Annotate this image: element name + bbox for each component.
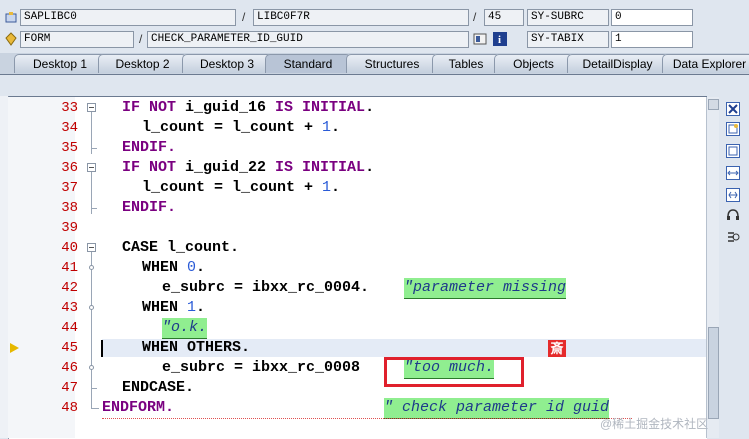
tab-structures[interactable]: Structures <box>346 54 438 73</box>
code-line: 33 IF NOT i_guid_16 IS INITIAL. <box>61 99 375 116</box>
code-line: 36 IF NOT i_guid_22 IS INITIAL. <box>61 159 375 176</box>
code-line-current: 45 WHEN OTHERS. <box>61 339 251 356</box>
tab-desktop-3[interactable]: Desktop 3 <box>182 54 272 73</box>
code-line: 35 ENDIF. <box>61 139 177 156</box>
vertical-scrollbar[interactable] <box>706 97 719 438</box>
sysval-field-1[interactable]: 0 <box>611 9 693 26</box>
source-icon[interactable] <box>473 32 487 46</box>
sysval-field-2[interactable]: 1 <box>611 31 693 48</box>
code-line: 43 WHEN 1. <box>61 299 206 316</box>
breakpoint-strip[interactable] <box>0 96 8 438</box>
comment: "parameter missing <box>404 278 567 299</box>
fullscreen-icon[interactable] <box>726 144 740 158</box>
code-line: 41 WHEN 0. <box>61 259 206 276</box>
tab-tables[interactable]: Tables <box>432 54 500 73</box>
type-field[interactable]: FORM <box>20 31 134 48</box>
marker-badge: 斎 <box>548 340 566 357</box>
include-field[interactable]: LIBC0F7R <box>253 9 469 26</box>
close-icon[interactable] <box>726 102 740 116</box>
form-end-divider <box>102 418 632 419</box>
highlight-box <box>384 357 524 387</box>
tab-data-explorer[interactable]: Data Explorer <box>662 54 749 73</box>
headset-icon[interactable] <box>726 208 740 222</box>
expand-icon[interactable] <box>726 166 740 180</box>
program-icon <box>4 11 18 25</box>
tab-desktop-2[interactable]: Desktop 2 <box>98 54 187 73</box>
tab-objects[interactable]: Objects <box>494 54 573 73</box>
comment: "o.k. <box>162 318 208 339</box>
desktop-tabs: Desktop 1 Desktop 2 Desktop 3 Standard S… <box>0 53 749 75</box>
code-line: 37 l_count = l_count + 1. <box>61 179 341 196</box>
program-field[interactable]: SAPLIBC0 <box>20 9 236 26</box>
code-line: 46 e_subrc = ibxx_rc_0008 "too much. <box>8 358 706 379</box>
info-icon[interactable]: i <box>493 32 507 46</box>
code-line: 39 <box>61 220 78 236</box>
watermark: @稀土掘金技术社区 <box>600 417 709 431</box>
code-line: 38 ENDIF. <box>61 199 177 216</box>
editor-toolbar <box>719 96 749 438</box>
code-line: 42 e_subrc = ibxx_rc_0004. "parameter mi… <box>8 278 706 299</box>
sysvar-field-1[interactable]: SY-SUBRC <box>527 9 609 26</box>
name-field[interactable]: CHECK_PARAMETER_ID_GUID <box>147 31 469 48</box>
tab-detail-display[interactable]: DetailDisplay <box>567 54 668 73</box>
comment: " check parameter id guid <box>384 398 610 419</box>
tab-standard[interactable]: Standard <box>265 54 351 73</box>
code-line: 34 l_count = l_count + 1. <box>61 119 341 136</box>
new-icon[interactable] <box>726 122 740 136</box>
svg-text:i: i <box>498 34 501 46</box>
tab-desktop-1[interactable]: Desktop 1 <box>14 54 106 73</box>
settings-icon[interactable] <box>726 230 740 244</box>
code-line: 40 CASE l_count. <box>61 239 240 256</box>
debugger-header: SAPLIBC0 / LIBC0F7R / 45 SY-SUBRC 0 FORM… <box>0 0 749 52</box>
resize-icon[interactable] <box>726 188 740 202</box>
code-line: 47 ENDCASE. <box>61 379 195 396</box>
line-field[interactable]: 45 <box>484 9 524 26</box>
sysvar-field-2[interactable]: SY-TABIX <box>527 31 609 48</box>
code-line: 44 "o.k. <box>8 318 706 339</box>
form-icon <box>4 32 18 46</box>
